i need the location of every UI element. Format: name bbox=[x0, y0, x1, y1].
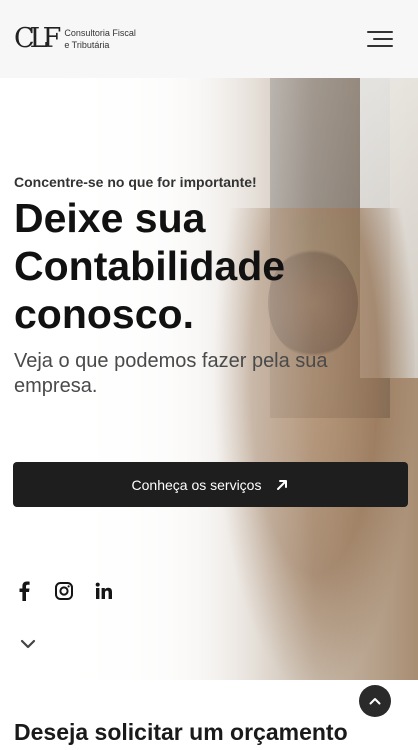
linkedin-icon[interactable] bbox=[94, 581, 114, 601]
logo-line-1: Consultoria Fiscal bbox=[64, 28, 136, 38]
logo[interactable]: CLF Consultoria Fiscal e Tributária bbox=[14, 24, 136, 54]
facebook-icon[interactable] bbox=[14, 581, 34, 601]
social-links bbox=[14, 581, 134, 601]
logo-text: Consultoria Fiscal e Tributária bbox=[64, 27, 136, 51]
arrow-up-right-icon bbox=[275, 478, 289, 492]
services-button[interactable]: Conheça os serviços bbox=[13, 462, 408, 507]
hero-eyebrow: Concentre-se no que for importante! bbox=[14, 174, 257, 190]
quote-section-title: Deseja solicitar um orçamento bbox=[14, 719, 348, 745]
hero-headline: Deixe sua Contabilidade conosco. bbox=[14, 195, 286, 337]
instagram-icon[interactable] bbox=[54, 581, 74, 601]
hero-subtitle: Veja o que podemos fazer pela sua empres… bbox=[14, 350, 328, 397]
logo-mark: CLF bbox=[14, 23, 61, 54]
scroll-to-top-button[interactable] bbox=[359, 685, 391, 717]
hamburger-menu-icon[interactable] bbox=[367, 31, 393, 49]
logo-line-2: e Tributária bbox=[64, 40, 110, 50]
site-header: CLF Consultoria Fiscal e Tributária bbox=[0, 0, 418, 79]
chevron-down-icon[interactable] bbox=[20, 636, 36, 654]
hero-section: Concentre-se no que for importante! Deix… bbox=[0, 78, 418, 680]
chevron-up-icon bbox=[369, 692, 381, 710]
services-button-label: Conheça os serviços bbox=[131, 476, 262, 493]
